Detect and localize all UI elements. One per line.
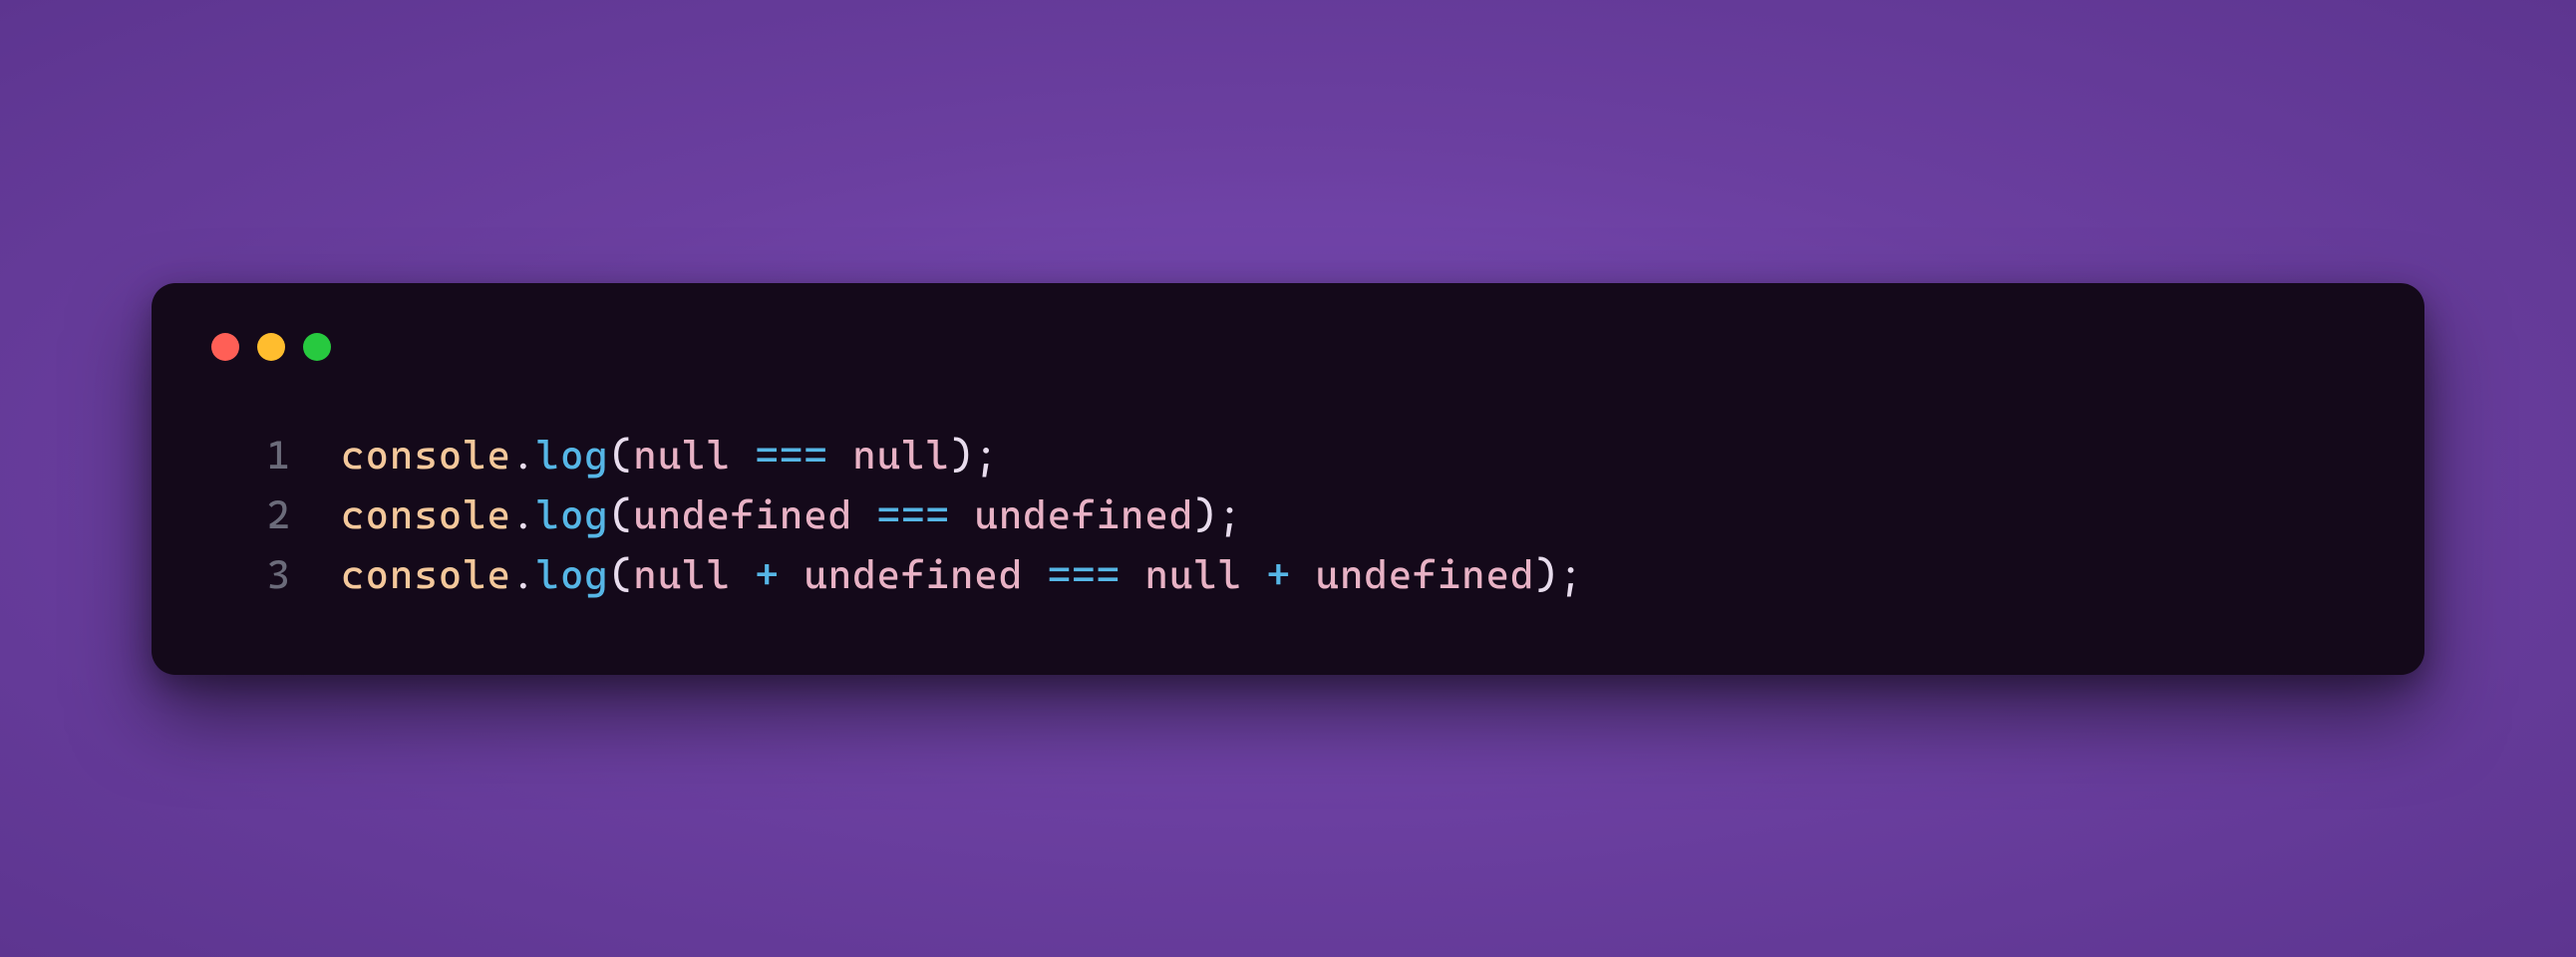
token: undefined — [804, 552, 1023, 598]
window-titlebar — [211, 333, 2365, 361]
token: === — [877, 492, 950, 538]
token: console — [341, 492, 511, 538]
token: ( — [609, 552, 633, 598]
code-content: console.log(null + undefined === null + … — [301, 545, 1583, 605]
token: === — [1048, 552, 1121, 598]
token — [950, 492, 974, 538]
token: === — [755, 433, 827, 478]
token — [1291, 552, 1315, 598]
token: undefined — [974, 492, 1193, 538]
close-icon[interactable] — [211, 333, 239, 361]
token — [1242, 552, 1266, 598]
token — [731, 552, 755, 598]
token: + — [1267, 552, 1291, 598]
token: log — [536, 492, 609, 538]
line-number: 2 — [211, 485, 301, 545]
token: + — [755, 552, 779, 598]
maximize-icon[interactable] — [303, 333, 331, 361]
token: ( — [609, 492, 633, 538]
code-content: console.log(undefined === undefined); — [301, 485, 1242, 545]
token: . — [511, 492, 535, 538]
code-line: 3console.log(null + undefined === null +… — [211, 545, 2365, 605]
token: console — [341, 552, 511, 598]
code-content: console.log(null === null); — [301, 426, 999, 485]
code-line: 1console.log(null === null); — [211, 426, 2365, 485]
minimize-icon[interactable] — [257, 333, 285, 361]
token: ); — [1534, 552, 1583, 598]
token — [1023, 552, 1047, 598]
code-window: 1console.log(null === null);2console.log… — [152, 283, 2424, 675]
token: log — [536, 433, 609, 478]
token — [828, 433, 852, 478]
code-area: 1console.log(null === null);2console.log… — [211, 426, 2365, 605]
token — [1121, 552, 1144, 598]
token: . — [511, 552, 535, 598]
token: undefined — [1316, 552, 1535, 598]
token: null — [852, 433, 950, 478]
token: ( — [609, 433, 633, 478]
token: console — [341, 433, 511, 478]
line-number: 1 — [211, 426, 301, 485]
token: null — [1144, 552, 1242, 598]
token: undefined — [633, 492, 852, 538]
token — [852, 492, 876, 538]
token: null — [633, 433, 731, 478]
token — [731, 433, 755, 478]
token: null — [633, 552, 731, 598]
code-line: 2console.log(undefined === undefined); — [211, 485, 2365, 545]
token: ); — [950, 433, 999, 478]
line-number: 3 — [211, 545, 301, 605]
token: log — [536, 552, 609, 598]
token: ); — [1193, 492, 1242, 538]
token — [780, 552, 804, 598]
token: . — [511, 433, 535, 478]
